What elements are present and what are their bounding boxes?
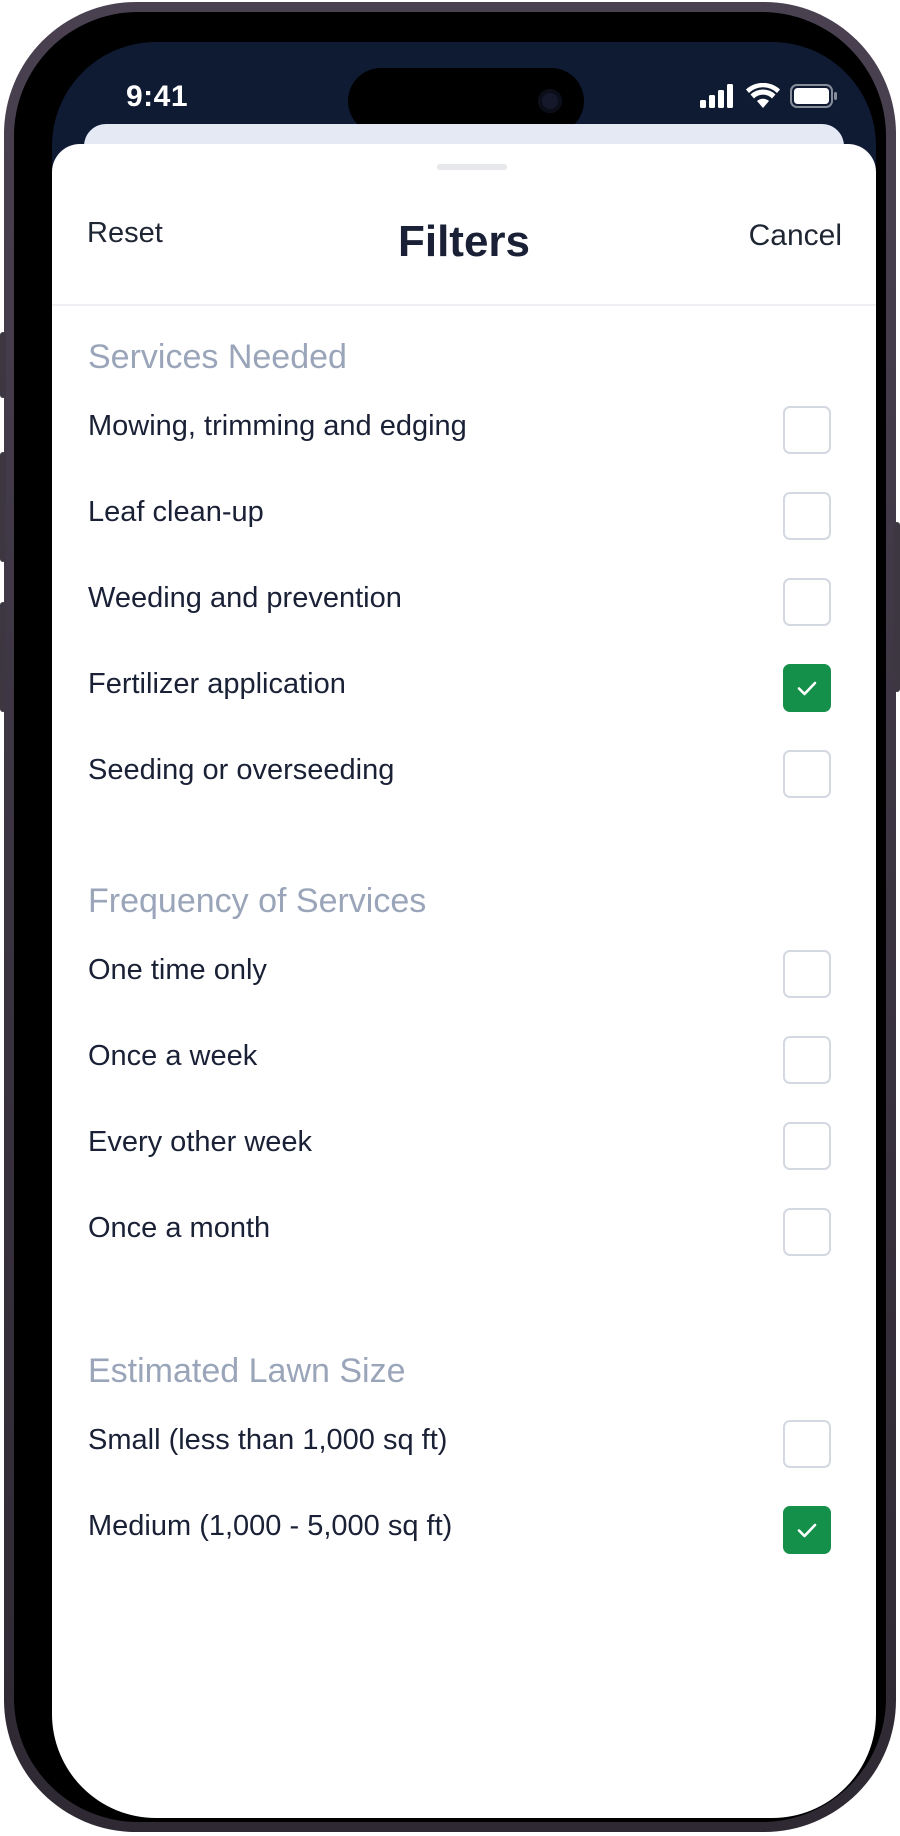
option-label: Seeding or overseeding bbox=[88, 754, 395, 786]
checkbox-unchecked[interactable] bbox=[783, 406, 831, 454]
checkbox-unchecked[interactable] bbox=[783, 750, 831, 798]
checkmark-icon bbox=[797, 681, 817, 696]
option-label: Weeding and prevention bbox=[88, 582, 402, 614]
option-label: Medium (1,000 - 5,000 sq ft) bbox=[88, 1510, 453, 1542]
section-title: Frequency of Services bbox=[88, 882, 427, 920]
filter-option-row[interactable]: Seeding or overseeding bbox=[52, 724, 876, 824]
filters-sheet: Reset Filters Cancel Services Needed Mowi… bbox=[52, 144, 876, 1818]
filter-option-row[interactable]: Once a month bbox=[52, 1182, 876, 1282]
option-label: Leaf clean-up bbox=[88, 496, 264, 528]
checkbox-unchecked[interactable] bbox=[783, 950, 831, 998]
filter-option-row[interactable]: Mowing, trimming and edging bbox=[52, 380, 876, 480]
section-title: Services Needed bbox=[88, 338, 347, 376]
checkbox-unchecked[interactable] bbox=[783, 492, 831, 540]
camera-icon bbox=[538, 89, 562, 113]
checkbox-unchecked[interactable] bbox=[783, 1036, 831, 1084]
filter-option-row[interactable]: Every other week bbox=[52, 1096, 876, 1196]
filter-option-row[interactable]: Once a week bbox=[52, 1010, 876, 1110]
option-label: Once a week bbox=[88, 1040, 258, 1072]
phone-bezel: 9:41 Reset Filters Cancel Services Neede… bbox=[14, 12, 886, 1822]
sheet-grabber[interactable] bbox=[437, 164, 507, 170]
checkmark-icon bbox=[797, 1523, 817, 1538]
option-label: Every other week bbox=[88, 1126, 313, 1158]
power-button bbox=[894, 522, 900, 692]
cancel-button[interactable]: Cancel bbox=[749, 219, 842, 253]
option-label: Fertilizer application bbox=[88, 668, 346, 700]
checkbox-unchecked[interactable] bbox=[783, 1420, 831, 1468]
volume-up-button bbox=[0, 452, 6, 562]
wifi-icon bbox=[746, 83, 780, 108]
filter-option-row[interactable]: Medium (1,000 - 5,000 sq ft) bbox=[52, 1480, 876, 1580]
filter-option-row[interactable]: One time only bbox=[52, 924, 876, 1024]
filter-option-row[interactable]: Weeding and prevention bbox=[52, 552, 876, 652]
status-time: 9:41 bbox=[126, 80, 189, 113]
phone-screen: 9:41 Reset Filters Cancel Services Neede… bbox=[52, 42, 876, 1818]
battery-icon bbox=[790, 84, 837, 108]
status-icons bbox=[700, 82, 838, 110]
checkbox-checked[interactable] bbox=[783, 664, 831, 712]
checkbox-unchecked[interactable] bbox=[783, 1208, 831, 1256]
option-label: Mowing, trimming and edging bbox=[88, 410, 467, 442]
nav-bar: Reset Filters Cancel bbox=[52, 184, 876, 306]
option-label: One time only bbox=[88, 954, 267, 986]
option-label: Small (less than 1,000 sq ft) bbox=[88, 1424, 448, 1456]
option-label: Once a month bbox=[88, 1212, 271, 1244]
filter-option-row[interactable]: Fertilizer application bbox=[52, 638, 876, 738]
checkbox-unchecked[interactable] bbox=[783, 578, 831, 626]
volume-down-button bbox=[0, 602, 6, 712]
phone-frame: 9:41 Reset Filters Cancel Services Neede… bbox=[0, 2, 900, 1832]
checkbox-checked[interactable] bbox=[783, 1506, 831, 1554]
filter-option-row[interactable]: Leaf clean-up bbox=[52, 466, 876, 566]
cellular-signal-icon bbox=[700, 84, 733, 108]
section-title: Estimated Lawn Size bbox=[88, 1352, 406, 1390]
filter-option-row[interactable]: Small (less than 1,000 sq ft) bbox=[52, 1394, 876, 1494]
action-button bbox=[0, 332, 6, 398]
checkbox-unchecked[interactable] bbox=[783, 1122, 831, 1170]
